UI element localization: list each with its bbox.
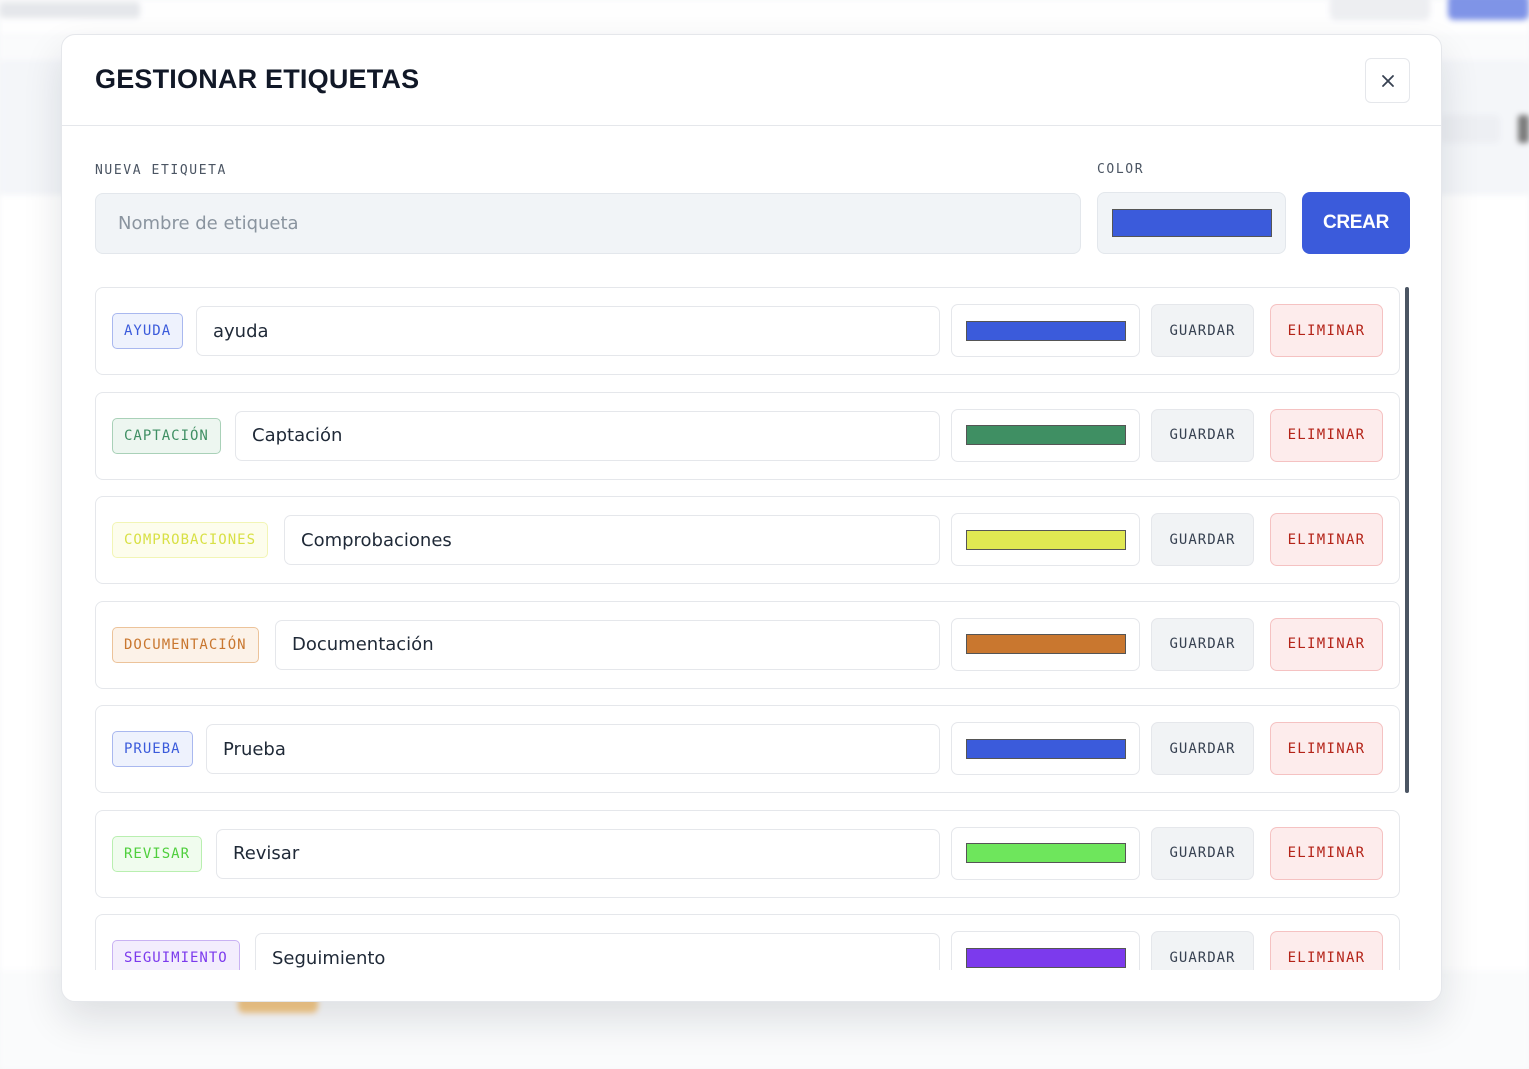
save-tag-button[interactable]: GUARDAR — [1151, 931, 1254, 970]
tag-row: COMPROBACIONES GUARDAR ELIMINAR — [95, 496, 1400, 584]
tag-row: DOCUMENTACIÓN GUARDAR ELIMINAR — [95, 600, 1400, 689]
tag-color-swatch — [965, 529, 1126, 550]
tag-list-scrollbar[interactable] — [1405, 287, 1409, 793]
tag-color-picker[interactable] — [951, 931, 1140, 970]
tag-color-swatch — [965, 738, 1126, 759]
new-tag-color-swatch — [1111, 209, 1272, 237]
tag-name-input[interactable] — [275, 619, 940, 670]
tag-color-swatch — [965, 425, 1126, 445]
tag-badge: CAPTACIÓN — [112, 417, 221, 454]
tag-badge: COMPROBACIONES — [112, 522, 269, 558]
save-tag-button[interactable]: GUARDAR — [1151, 826, 1254, 880]
tag-badge: AYUDA — [112, 313, 184, 349]
tag-color-swatch — [965, 843, 1126, 863]
delete-tag-button[interactable]: ELIMINAR — [1270, 513, 1383, 566]
tag-name-input[interactable] — [235, 410, 940, 461]
tag-row: CAPTACIÓN GUARDAR ELIMINAR — [95, 391, 1400, 480]
delete-tag-button[interactable]: ELIMINAR — [1270, 722, 1383, 775]
manage-tags-modal: GESTIONAR ETIQUETAS NUEVA ETIQUETA COLOR… — [61, 34, 1442, 1002]
tag-color-picker[interactable] — [951, 408, 1140, 462]
tag-color-picker[interactable] — [951, 722, 1140, 775]
tag-color-picker[interactable] — [951, 617, 1140, 671]
color-label: COLOR — [1097, 162, 1145, 177]
close-icon — [1381, 74, 1394, 87]
tag-row: PRUEBA GUARDAR ELIMINAR — [95, 705, 1400, 793]
delete-tag-button[interactable]: ELIMINAR — [1270, 617, 1383, 671]
delete-tag-button[interactable]: ELIMINAR — [1270, 304, 1383, 357]
tag-row: AYUDA GUARDAR ELIMINAR — [95, 287, 1400, 375]
delete-tag-button[interactable]: ELIMINAR — [1270, 408, 1383, 462]
tag-row: SEGUIMIENTO GUARDAR ELIMINAR — [95, 914, 1400, 970]
close-button[interactable] — [1365, 58, 1410, 103]
new-tag-color-picker[interactable] — [1097, 192, 1286, 254]
tag-badge: PRUEBA — [112, 731, 193, 767]
tag-badge: DOCUMENTACIÓN — [112, 626, 259, 663]
tag-list[interactable]: AYUDA GUARDAR ELIMINAR CAPTACIÓN GUARDAR ELIM… — [95, 287, 1413, 970]
tag-name-input[interactable] — [206, 724, 940, 774]
delete-tag-button[interactable]: ELIMINAR — [1270, 931, 1383, 970]
tag-name-input[interactable] — [196, 306, 940, 356]
modal-header: GESTIONAR ETIQUETAS — [62, 35, 1441, 126]
new-tag-name-input[interactable] — [95, 193, 1081, 254]
tag-name-input[interactable] — [216, 828, 940, 879]
tag-color-picker[interactable] — [951, 826, 1140, 880]
create-button[interactable]: CREAR — [1302, 192, 1410, 254]
tag-color-picker[interactable] — [951, 304, 1140, 357]
save-tag-button[interactable]: GUARDAR — [1151, 513, 1254, 566]
tag-color-swatch — [965, 947, 1126, 968]
tag-name-input[interactable] — [284, 515, 940, 565]
tag-color-picker[interactable] — [951, 513, 1140, 566]
tag-name-input[interactable] — [255, 933, 940, 970]
tag-badge: REVISAR — [112, 835, 203, 872]
save-tag-button[interactable]: GUARDAR — [1151, 722, 1254, 775]
save-tag-button[interactable]: GUARDAR — [1151, 408, 1254, 462]
delete-tag-button[interactable]: ELIMINAR — [1270, 826, 1383, 880]
tag-color-swatch — [965, 320, 1126, 341]
tag-color-swatch — [965, 634, 1126, 654]
tag-badge: SEGUIMIENTO — [112, 940, 240, 970]
save-tag-button[interactable]: GUARDAR — [1151, 304, 1254, 357]
save-tag-button[interactable]: GUARDAR — [1151, 617, 1254, 671]
tag-row: REVISAR GUARDAR ELIMINAR — [95, 809, 1400, 898]
modal-title: GESTIONAR ETIQUETAS — [95, 64, 420, 94]
new-tag-label: NUEVA ETIQUETA — [95, 163, 227, 178]
